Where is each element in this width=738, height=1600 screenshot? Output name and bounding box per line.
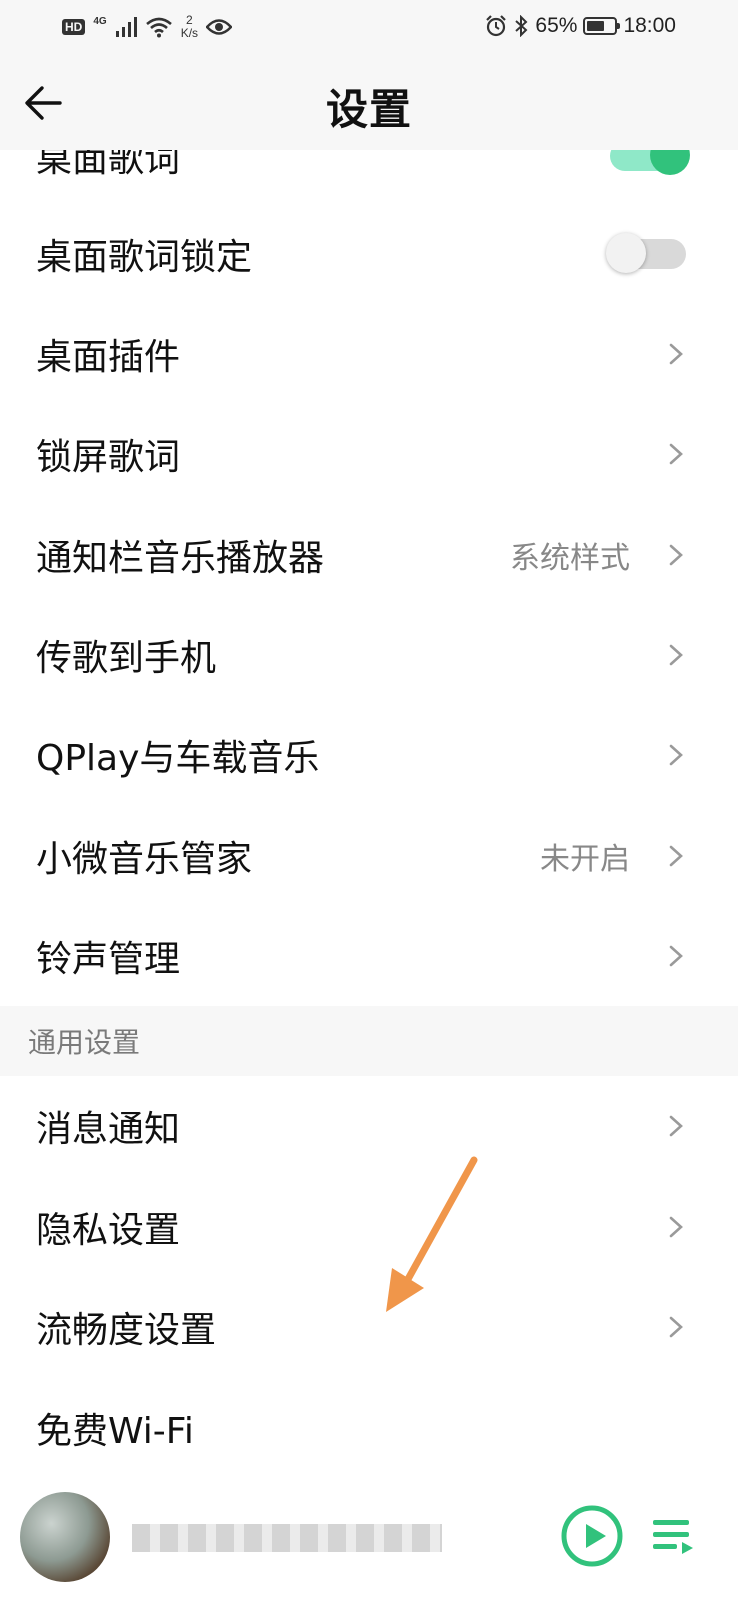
- chevron-right-icon: [669, 644, 683, 666]
- chevron-right-icon: [669, 1316, 683, 1338]
- speed-unit: K/s: [180, 26, 199, 40]
- setting-notification-player[interactable]: 通知栏音乐播放器 系统样式: [0, 505, 738, 605]
- chevron-right-icon: [669, 744, 683, 766]
- chevron-right-icon: [669, 845, 683, 867]
- setting-free-wifi[interactable]: 免费Wi-Fi: [0, 1378, 738, 1478]
- setting-label: 桌面歌词锁定: [36, 237, 253, 278]
- album-cover[interactable]: [20, 1492, 110, 1582]
- setting-label: 传歌到手机: [36, 638, 217, 679]
- setting-label: 铃声管理: [36, 939, 181, 980]
- page-title: 设置: [325, 85, 412, 134]
- chevron-right-icon: [669, 945, 683, 967]
- speed-value: 2: [186, 13, 193, 27]
- setting-qplay-car-music[interactable]: QPlay与车载音乐: [0, 705, 738, 805]
- chevron-right-icon: [669, 544, 683, 566]
- status-bar: HD 4G 2 K/s 65% 18:00: [0, 0, 738, 58]
- battery-icon: [583, 17, 621, 35]
- setting-transfer-songs[interactable]: 传歌到手机: [0, 605, 738, 705]
- setting-privacy[interactable]: 隐私设置: [0, 1177, 738, 1277]
- setting-label: QPlay与车载音乐: [36, 738, 320, 779]
- header-bar: 设置: [0, 58, 738, 150]
- chevron-right-icon: [669, 443, 683, 465]
- setting-xiaowei-music[interactable]: 小微音乐管家 未开启: [0, 806, 738, 906]
- setting-label: 消息通知: [36, 1109, 181, 1150]
- setting-smoothness[interactable]: 流畅度设置: [0, 1277, 738, 1377]
- setting-value: 系统样式: [510, 541, 630, 576]
- setting-desktop-widget[interactable]: 桌面插件: [0, 304, 738, 404]
- setting-ringtone-management[interactable]: 铃声管理: [0, 906, 738, 1006]
- setting-label: 免费Wi-Fi: [36, 1411, 194, 1452]
- setting-lockscreen-lyrics[interactable]: 锁屏歌词: [0, 404, 738, 504]
- wifi-icon: [145, 17, 172, 38]
- eye-icon: [206, 19, 233, 35]
- setting-message-notification[interactable]: 消息通知: [0, 1076, 738, 1176]
- chevron-right-icon: [669, 1216, 683, 1238]
- setting-label: 通知栏音乐播放器: [36, 538, 325, 579]
- playlist-icon[interactable]: [650, 1512, 696, 1558]
- toggle-knob: [606, 233, 646, 273]
- network-speed: 2 K/s: [181, 14, 198, 40]
- battery-fill: [587, 21, 605, 31]
- section-header-general: 通用设置: [0, 1006, 738, 1076]
- song-title-blurred: [132, 1524, 442, 1552]
- section-title: 通用设置: [28, 1026, 141, 1059]
- desktop-lyrics-lock-toggle[interactable]: [606, 233, 686, 273]
- battery-percent: 65%: [535, 14, 578, 37]
- chevron-right-icon: [669, 1115, 683, 1137]
- setting-label: 小微音乐管家: [36, 839, 253, 880]
- bluetooth-icon: [515, 15, 528, 37]
- hd-badge: HD: [62, 19, 86, 35]
- clock: 18:00: [623, 14, 676, 37]
- setting-label: 隐私设置: [36, 1210, 181, 1251]
- status-right: 65% 18:00: [485, 14, 676, 38]
- signal-icon: [115, 17, 137, 37]
- play-circle-icon[interactable]: [560, 1504, 624, 1568]
- alarm-icon: [486, 15, 507, 37]
- setting-label: 流畅度设置: [36, 1310, 217, 1351]
- mini-player[interactable]: [0, 1476, 738, 1600]
- setting-value: 未开启: [540, 842, 630, 877]
- network-type: 4G: [93, 15, 107, 27]
- chevron-right-icon: [669, 343, 683, 365]
- setting-label: 锁屏歌词: [36, 437, 181, 478]
- status-left: HD 4G 2 K/s: [62, 14, 233, 40]
- setting-label: 桌面插件: [36, 337, 181, 378]
- setting-desktop-lyrics-lock[interactable]: 桌面歌词锁定: [0, 204, 738, 304]
